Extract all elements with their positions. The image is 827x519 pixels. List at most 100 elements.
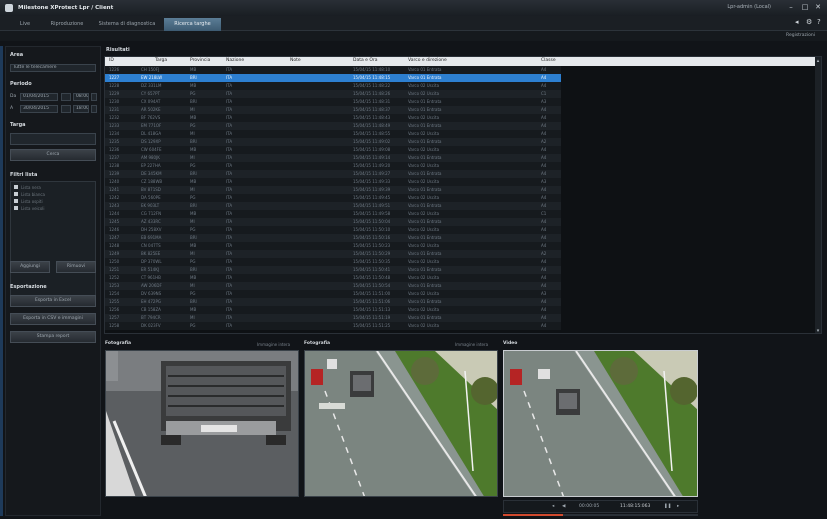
from-time-input[interactable]: 08:00 [73, 93, 89, 101]
search-button[interactable]: Cerca [10, 149, 96, 161]
tab-diagnostics[interactable]: Sistema di diagnostica [94, 18, 160, 31]
back-icon[interactable]: ◂ [795, 18, 799, 26]
column-header-id[interactable]: ID [109, 58, 114, 63]
scroll-down-icon[interactable]: ▾ [815, 328, 821, 333]
minimize-button[interactable]: – [785, 2, 797, 12]
cell-datetime: 15/04/15 11:48:15 [353, 75, 391, 80]
from-time-stepper[interactable] [91, 93, 97, 101]
from-calendar-button[interactable] [61, 93, 71, 101]
print-report-button[interactable]: Stampa report [10, 331, 96, 343]
table-row[interactable]: 1241 BV 871SD MI ITA 15/04/15 11:49:39 Varco … [105, 186, 561, 194]
pause-icon[interactable]: ❚❚ [664, 504, 672, 509]
area-select[interactable]: Tutte le telecamere [10, 64, 96, 72]
maximize-button[interactable]: □ [799, 2, 811, 12]
table-row[interactable]: 1226 CH 150FJ MB ITA 15/04/15 11:48:10 Varco … [105, 66, 561, 74]
column-header-province[interactable]: Provincia [190, 58, 210, 63]
user-label: Lpr-admin (Local) [727, 4, 771, 10]
table-row[interactable]: 1256 CB 158ZA MB ITA 15/04/15 11:51:13 Varco … [105, 306, 561, 314]
cell-province: BRI [190, 99, 197, 104]
video-timeline[interactable] [563, 514, 698, 516]
table-row[interactable]: 1242 DA 560PE PG ITA 15/04/15 11:49:45 Varco … [105, 194, 561, 202]
column-header-class[interactable]: Classe [541, 58, 556, 63]
column-header-gate[interactable]: Varco e direzione [408, 58, 447, 63]
table-row[interactable]: 1238 EP 227HA PG ITA 15/04/15 11:49:20 Varco … [105, 162, 561, 170]
table-row[interactable]: 1257 BT 794CR MI ITA 15/04/15 11:51:19 Varco … [105, 314, 561, 322]
table-row[interactable]: 1229 CY 657PT PG ITA 15/04/15 11:48:26 Varco … [105, 90, 561, 98]
previous-frame-icon[interactable]: ◂ [552, 504, 554, 509]
cell-id: 1238 [109, 163, 120, 168]
table-row[interactable]: 1240 CZ 188WB MB ITA 15/04/15 11:49:33 Varco … [105, 178, 561, 186]
table-row[interactable]: 1253 AW 206DF MI ITA 15/04/15 11:50:54 Varco … [105, 282, 561, 290]
column-header-datetime[interactable]: Data e Ora [353, 58, 378, 63]
close-button[interactable]: ✕ [812, 2, 824, 12]
table-row[interactable]: 1244 CG 712FN MB ITA 15/04/15 11:49:58 Varco … [105, 210, 561, 218]
to-time-stepper[interactable] [91, 105, 97, 113]
table-row[interactable]: 1255 EH 472PG BRI ITA 15/04/15 11:51:06 Varco… [105, 298, 561, 306]
table-row[interactable]: 1232 BF 762VS MB ITA 15/04/15 11:48:43 Varco … [105, 114, 561, 122]
cell-id: 1240 [109, 179, 120, 184]
cell-province: PG [190, 195, 196, 200]
table-row[interactable]: 1243 EK 903LT BRI ITA 15/04/15 11:49:51 Varco… [105, 202, 561, 210]
table-row[interactable]: 1254 DV 639NS PG ITA 15/04/15 11:51:00 Varco … [105, 290, 561, 298]
column-header-plate[interactable]: Targa [155, 58, 167, 63]
help-icon[interactable]: ? [817, 18, 821, 26]
scroll-up-icon[interactable]: ▴ [815, 58, 821, 64]
to-calendar-button[interactable] [61, 105, 71, 113]
tab-live[interactable]: Live [10, 18, 40, 31]
cell-plate: AZ 433RC [141, 219, 161, 224]
table-row[interactable]: 1237 AM 980JK MI ITA 15/04/15 11:49:14 Varco … [105, 154, 561, 162]
table-row[interactable]: 1249 BK 825EE MI ITA 15/04/15 11:50:29 Varco … [105, 250, 561, 258]
filter-label: Filtri lista [10, 172, 38, 178]
play-back-icon[interactable]: ◀ [562, 504, 565, 509]
to-date-input[interactable]: 30/04/2015 [20, 105, 58, 113]
column-header-country[interactable]: Nazione [226, 58, 244, 63]
cell-plate: CB 158ZA [141, 307, 161, 312]
add-filter-button[interactable]: Aggiungi [10, 261, 50, 273]
table-row[interactable]: 1239 DE 345KM BRI ITA 15/04/15 11:49:27 Varco… [105, 170, 561, 178]
filter-checkbox[interactable] [14, 185, 18, 189]
column-header-notes[interactable]: Note [290, 58, 301, 63]
table-row[interactable]: 1247 EB 691MA BRI ITA 15/04/15 11:50:16 Varco… [105, 234, 561, 242]
plate-photo[interactable] [105, 350, 299, 497]
overview-photo[interactable] [304, 350, 498, 497]
tab-plate-search[interactable]: Ricerca targhe [164, 18, 221, 31]
cell-plate: CG 712FN [141, 211, 162, 216]
video-progress[interactable] [503, 514, 563, 516]
table-row[interactable]: 1248 CN 047TS MB ITA 15/04/15 11:50:23 Varco … [105, 242, 561, 250]
cell-gate: Varco 02 Uscita [408, 323, 440, 328]
filter-checkbox[interactable] [14, 206, 18, 210]
filter-checkbox[interactable] [14, 192, 18, 196]
cell-gate: Varco 02 Uscita [408, 227, 440, 232]
recordings-link[interactable]: Registrazioni [786, 33, 815, 38]
full-image-2-link[interactable]: Immagine intera [455, 342, 488, 347]
table-row[interactable]: 1236 CW 604FE MB ITA 15/04/15 11:49:08 Varco … [105, 146, 561, 154]
table-row[interactable]: 1250 DP 370WL PG ITA 15/04/15 11:50:35 Varco … [105, 258, 561, 266]
table-row[interactable]: 1258 DK 023FV PG ITA 15/04/15 11:51:25 Varco … [105, 322, 561, 330]
tab-playback[interactable]: Riproduzione [44, 18, 90, 31]
remove-filter-button[interactable]: Rimuovi [56, 261, 96, 273]
settings-icon[interactable]: ⚙ [806, 18, 812, 26]
table-scrollbar[interactable]: ▴ ▾ [815, 57, 821, 333]
table-row[interactable]: 1251 ER 514KJ BRI ITA 15/04/15 11:50:41 Varco… [105, 266, 561, 274]
to-time-input[interactable]: 18:00 [73, 105, 89, 113]
table-row[interactable]: 1252 CT 961HB MB ITA 15/04/15 11:50:48 Varco … [105, 274, 561, 282]
video-player[interactable] [503, 350, 698, 497]
table-row[interactable]: 1235 DS 129XP BRI ITA 15/04/15 11:49:02 Varco… [105, 138, 561, 146]
table-row[interactable]: 1246 DH 258XV PG ITA 15/04/15 11:50:10 Varco … [105, 226, 561, 234]
table-row[interactable]: 1227 EW 218LW BRI ITA 15/04/15 11:48:15 Varco… [105, 74, 561, 82]
table-row[interactable]: 1245 AZ 433RC MI ITA 15/04/15 11:50:04 Varco … [105, 218, 561, 226]
cell-province: PG [190, 91, 196, 96]
table-row[interactable]: 1233 EM 771OF PG ITA 15/04/15 11:48:49 Varco … [105, 122, 561, 130]
table-row[interactable]: 1230 CX 094AT BRI ITA 15/04/15 11:48:31 Varco… [105, 98, 561, 106]
table-row[interactable]: 1228 DZ 331LM MB ITA 15/04/15 11:48:22 Varco … [105, 82, 561, 90]
full-image-link[interactable]: Immagine intera [257, 342, 290, 347]
export-excel-button[interactable]: Esporta in Excel [10, 295, 96, 307]
cell-class: A4 [541, 155, 547, 160]
export-csv-button[interactable]: Esporta in CSV e immagini [10, 313, 96, 325]
from-date-input[interactable]: 01/04/2015 [20, 93, 58, 101]
next-frame-icon[interactable]: ▸ [677, 504, 679, 509]
table-row[interactable]: 1231 AR 502KE MI ITA 15/04/15 11:48:37 Varco … [105, 106, 561, 114]
filter-checkbox[interactable] [14, 199, 18, 203]
plate-input[interactable] [10, 133, 96, 145]
table-row[interactable]: 1234 DL 418GA MI ITA 15/04/15 11:48:55 Varco … [105, 130, 561, 138]
